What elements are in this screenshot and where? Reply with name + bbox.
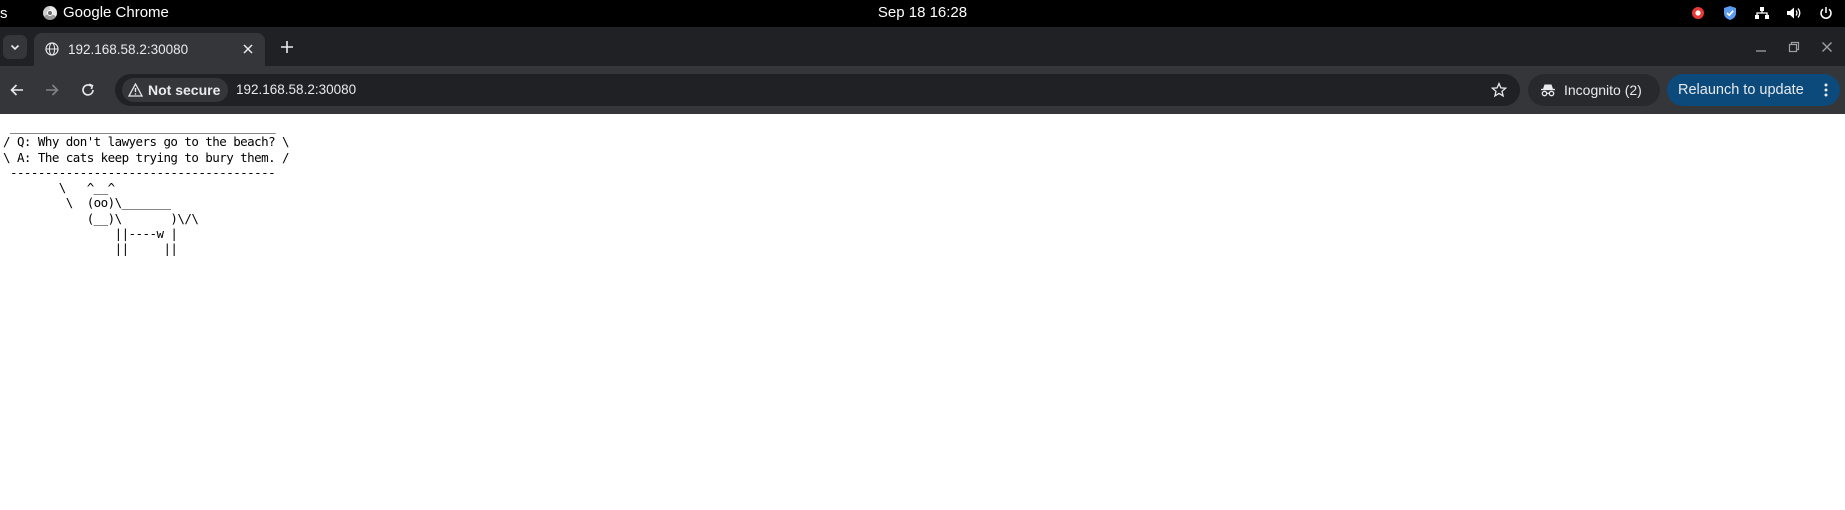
tab-title: 192.168.58.2:30080	[68, 42, 189, 57]
system-tray[interactable]	[1689, 5, 1835, 21]
shield-icon[interactable]	[1721, 5, 1739, 21]
activities-button[interactable]: s	[0, 5, 8, 22]
app-name: Google Chrome	[63, 4, 169, 21]
close-icon	[1822, 42, 1832, 52]
record-icon[interactable]	[1689, 5, 1707, 21]
cowsay-text: ______________________________________ /…	[3, 119, 290, 257]
restore-button[interactable]	[1785, 38, 1803, 56]
app-menu[interactable]: Google Chrome	[43, 4, 169, 21]
star-icon	[1491, 82, 1507, 98]
bookmark-button[interactable]	[1490, 81, 1508, 99]
address-bar[interactable]: Not secure 192.168.58.2:30080	[115, 74, 1520, 106]
incognito-button[interactable]: Incognito (2)	[1528, 74, 1660, 106]
incognito-label: Incognito (2)	[1564, 82, 1642, 98]
more-vert-icon[interactable]	[1820, 81, 1832, 99]
tab-close-icon[interactable]	[240, 41, 256, 57]
chevron-down-icon	[10, 44, 20, 51]
reload-icon	[82, 83, 94, 96]
network-icon[interactable]	[1753, 5, 1771, 21]
chrome-icon	[43, 5, 57, 20]
clock-container: Sep 18 16:28	[0, 4, 1845, 21]
url-text[interactable]: 192.168.58.2:30080	[236, 82, 356, 97]
system-top-bar: s Google Chrome Sep 18 16:28	[0, 0, 1845, 27]
browser-toolbar: Not secure 192.168.58.2:30080 Incognito …	[0, 66, 1845, 114]
relaunch-label: Relaunch to update	[1678, 82, 1804, 98]
page-content: ______________________________________ /…	[0, 114, 1845, 510]
security-label: Not secure	[148, 82, 221, 98]
volume-icon[interactable]	[1785, 5, 1803, 21]
globe-icon	[45, 42, 59, 59]
warning-icon	[128, 83, 143, 97]
new-tab-button[interactable]	[278, 38, 296, 56]
tab-search-button[interactable]	[3, 35, 27, 59]
minimize-icon	[1756, 50, 1766, 52]
arrow-right-icon	[46, 84, 59, 96]
security-chip[interactable]: Not secure	[122, 78, 229, 102]
tab-strip: 192.168.58.2:30080	[0, 27, 1845, 66]
reload-button[interactable]	[77, 79, 99, 101]
restore-icon	[1788, 41, 1800, 53]
incognito-icon	[1541, 84, 1555, 97]
minimize-button[interactable]	[1752, 38, 1770, 56]
forward-button[interactable]	[41, 79, 63, 101]
arrow-left-icon	[10, 84, 23, 96]
clock[interactable]: Sep 18 16:28	[878, 4, 967, 21]
close-window-button[interactable]	[1818, 38, 1836, 56]
back-button[interactable]	[6, 79, 28, 101]
relaunch-button[interactable]: Relaunch to update	[1667, 74, 1840, 106]
power-icon[interactable]	[1817, 5, 1835, 21]
tab-active[interactable]: 192.168.58.2:30080	[34, 33, 265, 66]
plus-icon	[281, 41, 293, 53]
